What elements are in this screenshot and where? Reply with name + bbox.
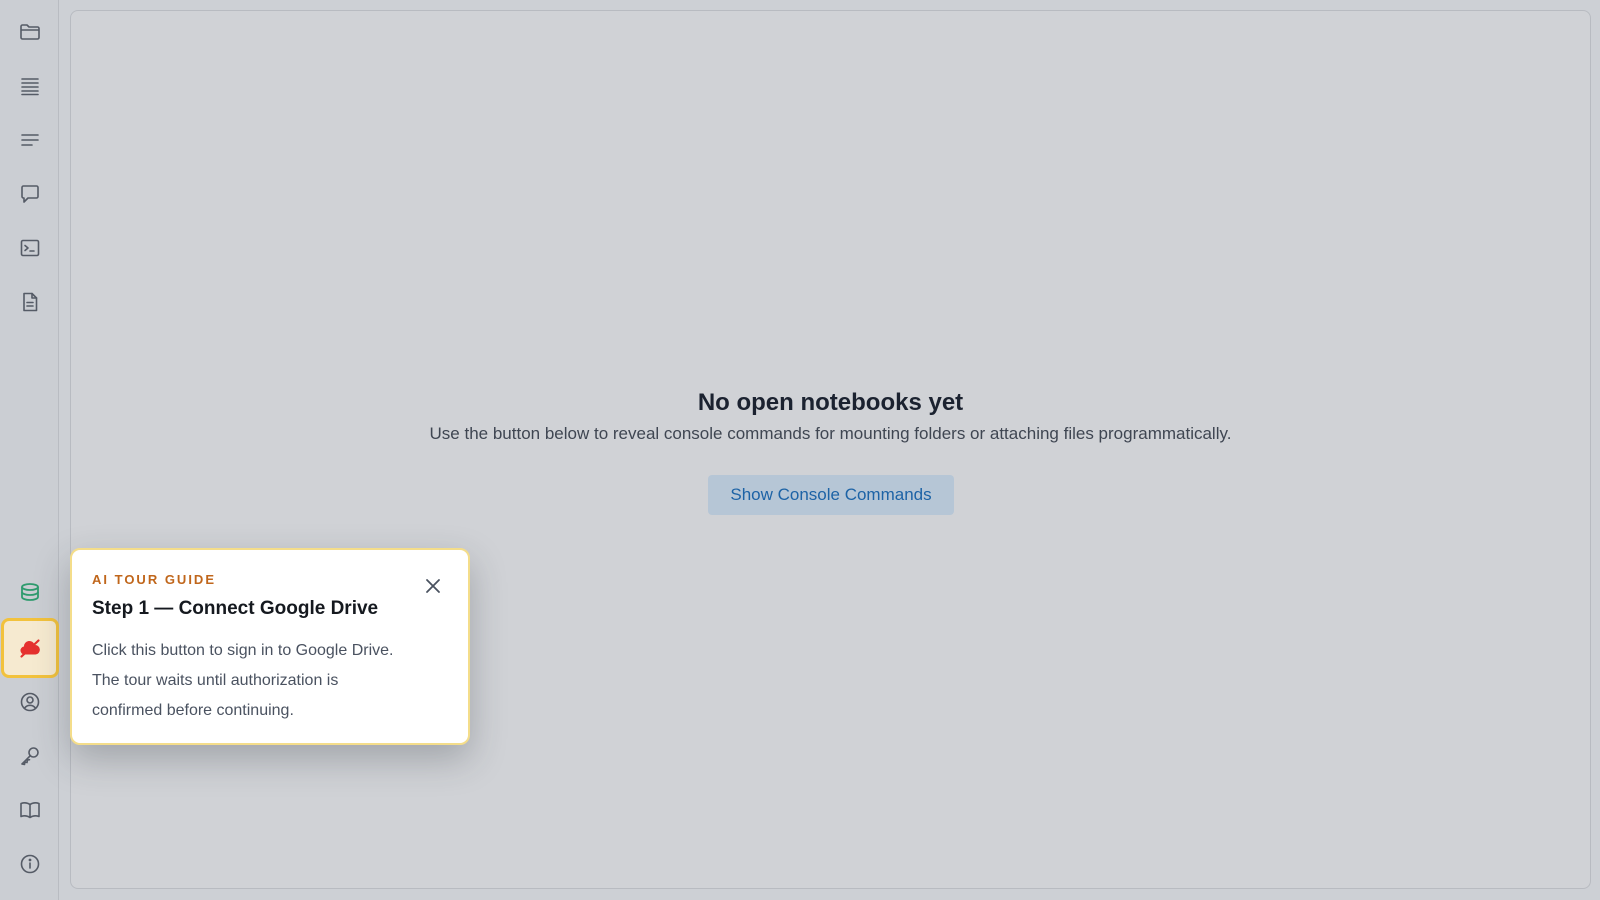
sidebar-item-google-drive[interactable] [1, 618, 59, 678]
sidebar-item-keys[interactable] [4, 730, 56, 782]
tour-step-body: Click this button to sign in to Google D… [92, 642, 394, 719]
database-icon [21, 583, 39, 601]
app-window: No open notebooks yet Use the button bel… [0, 0, 1600, 900]
document-icon [23, 292, 38, 312]
terminal-icon [20, 239, 40, 257]
list-icon [21, 78, 39, 96]
close-icon [426, 579, 440, 593]
empty-state-subtitle: Use the button below to reveal console c… [429, 424, 1232, 443]
account-icon [20, 692, 40, 712]
sidebar-item-docs[interactable] [4, 784, 56, 836]
tour-close-button[interactable] [421, 574, 445, 598]
key-icon [21, 747, 39, 766]
show-console-commands-button[interactable]: Show Console Commands [708, 475, 954, 515]
sidebar-item-outline[interactable] [4, 114, 56, 166]
sidebar-item-account[interactable] [4, 676, 56, 728]
tour-kicker: AI TOUR GUIDE [92, 572, 216, 587]
tour-guide-popover: AI TOUR GUIDE Step 1 — Connect Google Dr… [70, 548, 470, 745]
sidebar-item-about[interactable] [4, 838, 56, 890]
sidebar-item-terminal[interactable] [4, 222, 56, 274]
info-icon [20, 854, 40, 874]
sidebar-item-storage[interactable] [4, 566, 56, 618]
sidebar-item-comments[interactable] [4, 168, 56, 220]
book-icon [20, 802, 40, 819]
empty-state-title: No open notebooks yet [697, 389, 964, 416]
chat-icon [21, 185, 39, 203]
sidebar-item-files[interactable] [4, 6, 56, 58]
lines-icon [21, 134, 39, 146]
sidebar-item-list[interactable] [4, 60, 56, 112]
activity-sidebar [0, 0, 59, 900]
tour-step-title: Step 1 — Connect Google Drive [92, 598, 379, 619]
sidebar-item-documents[interactable] [4, 276, 56, 328]
folder-icon [20, 24, 40, 40]
cloud-off-icon [20, 639, 40, 658]
main-panel: No open notebooks yet Use the button bel… [70, 10, 1591, 889]
